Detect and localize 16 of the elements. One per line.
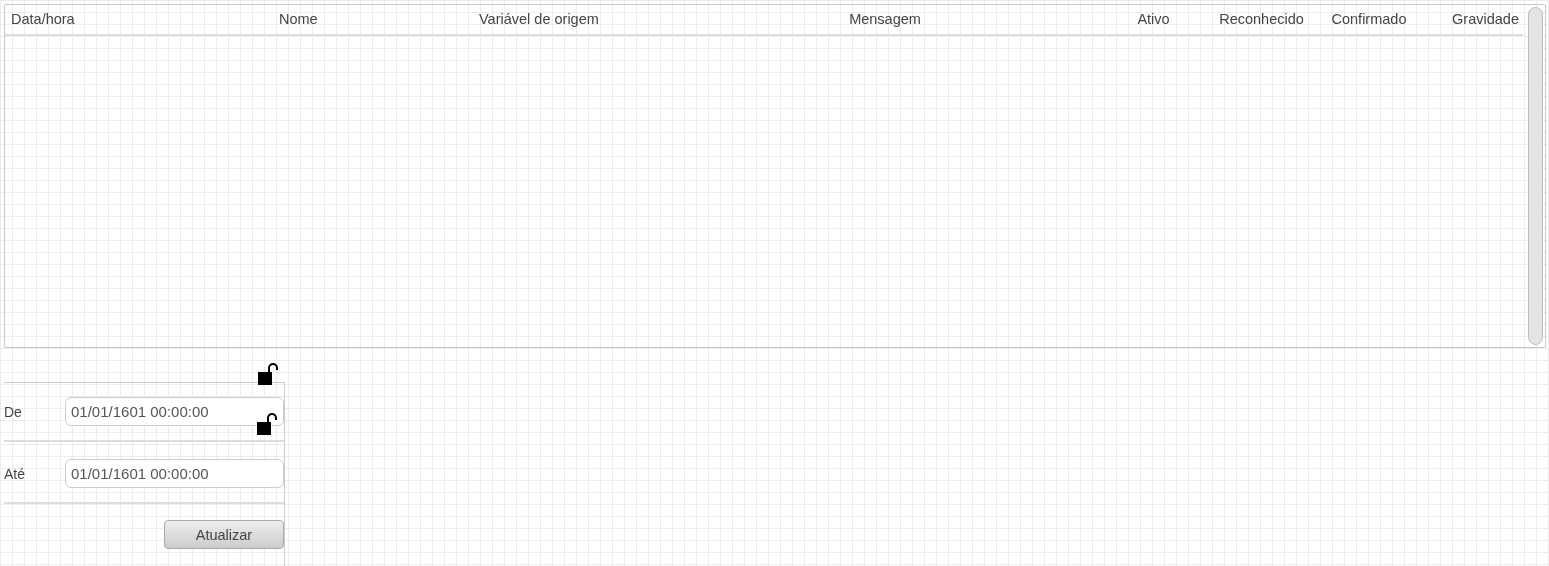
refresh-button[interactable]: Atualizar — [164, 520, 284, 549]
column-header[interactable]: Data/hora — [5, 5, 273, 34]
padlock-icon[interactable] — [258, 363, 278, 385]
field-label: De — [4, 403, 23, 420]
column-header[interactable]: Nome — [273, 5, 473, 34]
column-header[interactable]: Variável de origem — [473, 5, 669, 34]
column-header[interactable]: Mensagem — [669, 5, 1101, 34]
scrollbar[interactable] — [1528, 7, 1543, 345]
column-header[interactable]: Gravidade — [1421, 5, 1523, 34]
column-header[interactable]: Ativo — [1101, 5, 1206, 34]
column-header[interactable]: Reconhecido — [1206, 5, 1317, 34]
field-label: Até — [4, 465, 26, 482]
padlock-icon[interactable] — [257, 413, 277, 435]
date-field[interactable]: 01/01/1601 00:00:00 — [65, 459, 284, 488]
date-field[interactable]: 01/01/1601 00:00:00 — [65, 397, 284, 426]
column-header[interactable]: Confirmado — [1317, 5, 1421, 34]
